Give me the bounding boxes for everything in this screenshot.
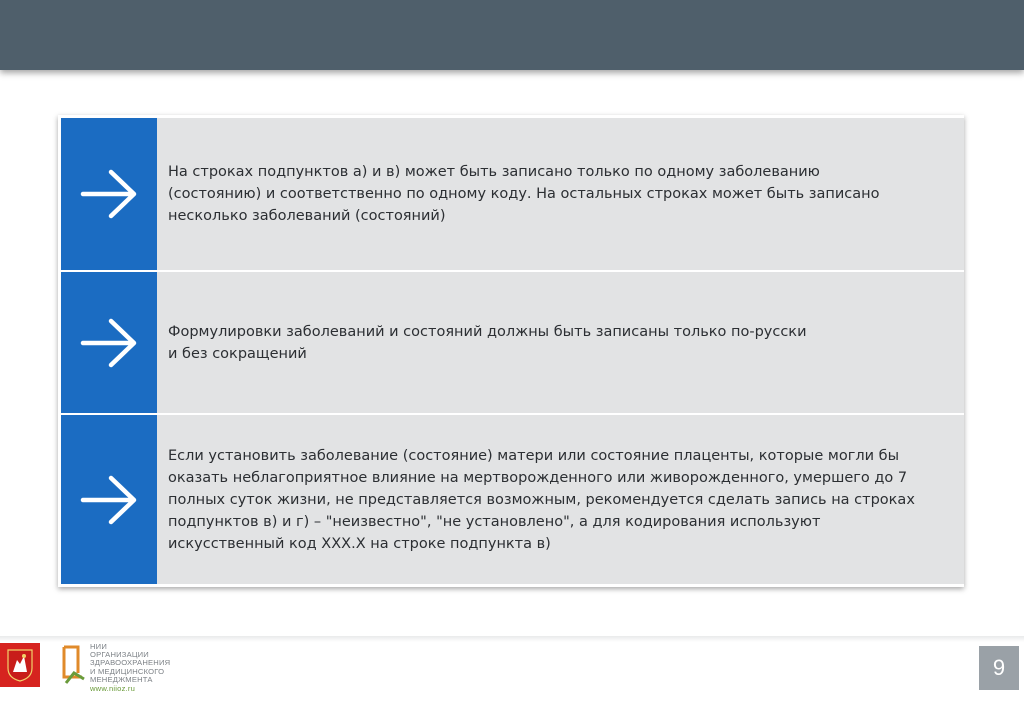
list-item: Если установить заболевание (состояние) … [61,415,964,584]
arrow-box [61,272,157,413]
org-logo-icon [62,645,85,684]
right-arrow-icon [80,318,137,367]
item-text: На строках подпунктов а) и в) может быть… [168,164,880,224]
page-number: 9 [979,646,1019,690]
moscow-crest-icon [0,643,40,687]
content-panel: На строках подпунктов а) и в) может быть… [58,115,964,587]
org-name: НИИ ОРГАНИЗАЦИИ ЗДРАВООХРАНЕНИЯ И МЕДИЦИ… [90,642,170,694]
list-item: На строках подпунктов а) и в) может быть… [61,118,964,270]
org-url: www.niioz.ru [90,684,136,694]
item-text: Формулировки заболеваний и состояний дол… [168,323,807,362]
item-text: Если установить заболевание (состояние) … [168,447,915,552]
right-arrow-icon [80,475,137,524]
item-text-box: На строках подпунктов а) и в) может быть… [157,118,964,270]
arrow-box [61,118,157,270]
item-text-box: Формулировки заболеваний и состояний дол… [157,272,964,413]
item-text-box: Если установить заболевание (состояние) … [157,415,964,584]
right-arrow-icon [80,169,137,219]
arrow-box [61,415,157,584]
list-item: Формулировки заболеваний и состояний дол… [61,272,964,413]
footer-divider [0,636,1024,642]
header-bar [0,0,1024,70]
org-name-line: МЕНЕДЖМЕНТА [90,674,153,684]
